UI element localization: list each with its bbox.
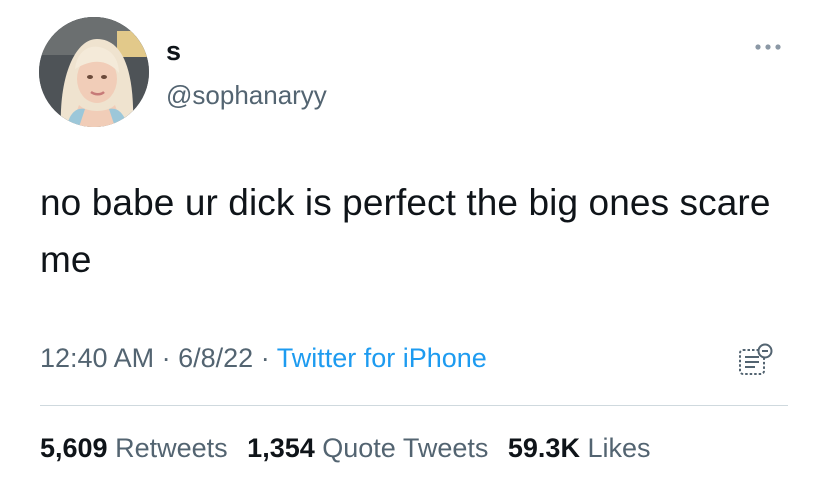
engagement-stats: 5,609 Retweets 1,354 Quote Tweets 59.3K … <box>40 431 651 465</box>
more-dots-icon <box>755 44 781 50</box>
avatar[interactable] <box>39 17 149 127</box>
user-handle[interactable]: @sophanaryy <box>166 80 327 110</box>
tweet-date[interactable]: 6/8/22 <box>178 343 253 373</box>
tweet-source-link[interactable]: Twitter for iPhone <box>277 343 487 373</box>
retweets-stat[interactable]: 5,609 Retweets <box>40 433 228 463</box>
tweet-card: s @sophanaryy no babe ur dick is perfect… <box>0 0 828 492</box>
retweets-label: Retweets <box>115 433 228 463</box>
analytics-button[interactable] <box>735 340 775 380</box>
likes-label: Likes <box>587 433 651 463</box>
likes-stat[interactable]: 59.3K Likes <box>508 433 651 463</box>
tweet-time[interactable]: 12:40 AM <box>40 343 154 373</box>
tweet-text: no babe ur dick is perfect the big ones … <box>40 182 771 280</box>
meta-separator: · <box>161 343 171 373</box>
divider <box>40 405 788 406</box>
more-options-button[interactable] <box>748 37 788 57</box>
meta-separator: · <box>260 343 270 373</box>
quote-tweets-stat[interactable]: 1,354 Quote Tweets <box>247 433 488 463</box>
tweet-meta: 12:40 AM · 6/8/22 · Twitter for iPhone <box>40 341 487 375</box>
quote-tweets-label: Quote Tweets <box>322 433 489 463</box>
likes-count: 59.3K <box>507 433 580 463</box>
avatar-photo <box>39 17 149 127</box>
retweets-count: 5,609 <box>40 433 108 463</box>
analytics-icon <box>739 343 773 375</box>
display-name[interactable]: s <box>166 36 181 66</box>
quote-tweets-count: 1,354 <box>247 433 315 463</box>
